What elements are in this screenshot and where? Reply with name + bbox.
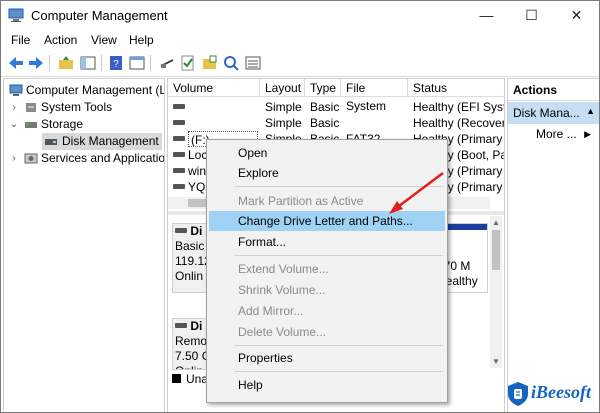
menu-item-add-mirror[interactable]: Add Mirror... bbox=[209, 301, 445, 321]
menu-help[interactable]: Help bbox=[129, 33, 154, 47]
menu-file[interactable]: File bbox=[11, 33, 30, 47]
disk-list-vscrollbar[interactable]: ▲ ▼ bbox=[490, 216, 502, 368]
drive-icon bbox=[173, 120, 185, 125]
menu-item-properties[interactable]: Properties bbox=[209, 348, 445, 368]
column-header-status[interactable]: Status bbox=[408, 79, 504, 97]
scroll-up-icon[interactable]: ▲ bbox=[492, 218, 500, 227]
column-header-layout[interactable]: Layout bbox=[260, 79, 305, 97]
toolbar-separator bbox=[101, 55, 102, 71]
chevron-right-icon[interactable]: › bbox=[9, 150, 19, 167]
drive-icon bbox=[173, 104, 185, 109]
svg-text:?: ? bbox=[113, 59, 119, 70]
connect-icon[interactable] bbox=[158, 54, 176, 72]
tree-label: Computer Management (Lo bbox=[26, 83, 165, 97]
minimize-button[interactable]: — bbox=[464, 1, 509, 30]
chevron-right-icon[interactable]: ▶ bbox=[584, 129, 591, 140]
drive-icon bbox=[173, 152, 185, 157]
tree-label: System Tools bbox=[41, 100, 113, 114]
toolbar: ? bbox=[1, 50, 599, 77]
tree-item-system-tools[interactable]: › System Tools bbox=[4, 99, 164, 116]
view-list-icon[interactable] bbox=[244, 54, 262, 72]
disk-icon bbox=[175, 228, 187, 233]
computer-management-icon bbox=[8, 8, 24, 22]
column-header-file-system[interactable]: File System bbox=[341, 79, 408, 113]
tree-item-disk-management[interactable]: Disk Management bbox=[42, 133, 162, 150]
legend-label: Una bbox=[186, 372, 209, 386]
unallocated-swatch bbox=[172, 374, 181, 383]
menu-action[interactable]: Action bbox=[44, 33, 77, 47]
ibeesoft-logo: iBeesoft bbox=[507, 379, 599, 411]
menu-bar: File Action View Help bbox=[1, 30, 599, 50]
menu-item-open[interactable]: Open bbox=[209, 143, 445, 163]
menu-item-delete-volume[interactable]: Delete Volume... bbox=[209, 322, 445, 342]
type-cell: Basic bbox=[310, 116, 340, 130]
tree-label: Storage bbox=[41, 117, 84, 131]
column-header-type[interactable]: Type bbox=[305, 79, 341, 97]
table-row[interactable]: Simple Basic Healthy (Recovery bbox=[168, 115, 504, 131]
menu-view[interactable]: View bbox=[91, 33, 117, 47]
maximize-button[interactable]: ☐ bbox=[509, 1, 554, 30]
status-cell: Healthy (Recovery bbox=[413, 116, 504, 130]
menu-separator bbox=[235, 345, 443, 346]
collapse-icon[interactable]: ▲ bbox=[586, 106, 595, 116]
tree-label: Services and Applications bbox=[41, 151, 165, 165]
menu-item-help[interactable]: Help bbox=[209, 375, 445, 395]
menu-separator bbox=[235, 255, 443, 256]
annotation-arrow bbox=[389, 172, 444, 214]
storage-icon bbox=[25, 122, 37, 128]
computer-management-icon bbox=[9, 84, 23, 96]
type-cell: Basic bbox=[310, 100, 340, 114]
services-icon bbox=[24, 153, 38, 164]
menu-item-shrink-volume[interactable]: Shrink Volume... bbox=[209, 280, 445, 300]
disk-1-name: Di bbox=[190, 319, 203, 333]
drive-icon bbox=[173, 168, 185, 173]
title-bar: Computer Management — ☐ ✕ bbox=[1, 1, 599, 30]
new-folder-icon[interactable] bbox=[201, 54, 219, 72]
search-icon[interactable] bbox=[222, 54, 240, 72]
up-folder-icon[interactable] bbox=[57, 54, 75, 72]
layout-cell: Simple bbox=[265, 100, 302, 114]
scroll-thumb[interactable] bbox=[492, 230, 500, 270]
drive-icon bbox=[173, 136, 185, 141]
menu-item-format[interactable]: Format... bbox=[209, 232, 445, 252]
back-arrow-icon[interactable] bbox=[7, 54, 25, 72]
tree-item-storage[interactable]: ⌄ Storage bbox=[4, 116, 164, 133]
ibeesoft-shield-icon bbox=[508, 382, 528, 406]
properties-pane-icon[interactable] bbox=[128, 54, 146, 72]
table-row[interactable]: Simple Basic Healthy (EFI Syste bbox=[168, 99, 504, 115]
status-cell: Healthy (EFI Syste bbox=[413, 100, 504, 114]
check-icon[interactable] bbox=[179, 54, 197, 72]
disk-management-icon bbox=[45, 139, 57, 145]
tree-item-services-and-applications[interactable]: › Services and Applications bbox=[4, 150, 164, 167]
disk-icon bbox=[175, 323, 187, 328]
scroll-down-icon[interactable]: ▼ bbox=[492, 357, 500, 366]
chevron-down-icon[interactable]: ⌄ bbox=[9, 116, 19, 133]
close-button[interactable]: ✕ bbox=[554, 1, 599, 30]
tree-label: Disk Management bbox=[62, 134, 159, 148]
actions-header: Actions bbox=[508, 79, 599, 101]
actions-pane: Actions Disk Mana... ▲ More ... ▶ bbox=[507, 78, 599, 412]
help-book-icon[interactable]: ? bbox=[107, 54, 125, 72]
console-tree: Computer Management (Lo › System Tools ⌄… bbox=[3, 78, 165, 412]
system-tools-icon bbox=[26, 103, 36, 112]
forward-arrow-icon[interactable] bbox=[27, 54, 45, 72]
computer-management-window: Computer Management — ☐ ✕ File Action Vi… bbox=[0, 0, 600, 413]
tree-item-computer-management[interactable]: Computer Management (Lo bbox=[4, 82, 164, 99]
more-actions[interactable]: More ... bbox=[536, 127, 577, 141]
watermark-text: iBeesoft bbox=[531, 382, 591, 402]
layout-cell: Simple bbox=[265, 116, 302, 130]
menu-separator bbox=[235, 371, 443, 372]
menu-item-extend-volume[interactable]: Extend Volume... bbox=[209, 259, 445, 279]
show-hide-tree-icon[interactable] bbox=[79, 54, 97, 72]
column-header-volume[interactable]: Volume bbox=[168, 79, 260, 97]
disk-0-name: Di bbox=[190, 224, 203, 238]
toolbar-separator bbox=[150, 55, 151, 71]
window-title: Computer Management bbox=[31, 8, 168, 23]
chevron-right-icon[interactable]: › bbox=[9, 99, 19, 116]
toolbar-separator bbox=[49, 55, 50, 71]
drive-icon bbox=[173, 184, 185, 189]
